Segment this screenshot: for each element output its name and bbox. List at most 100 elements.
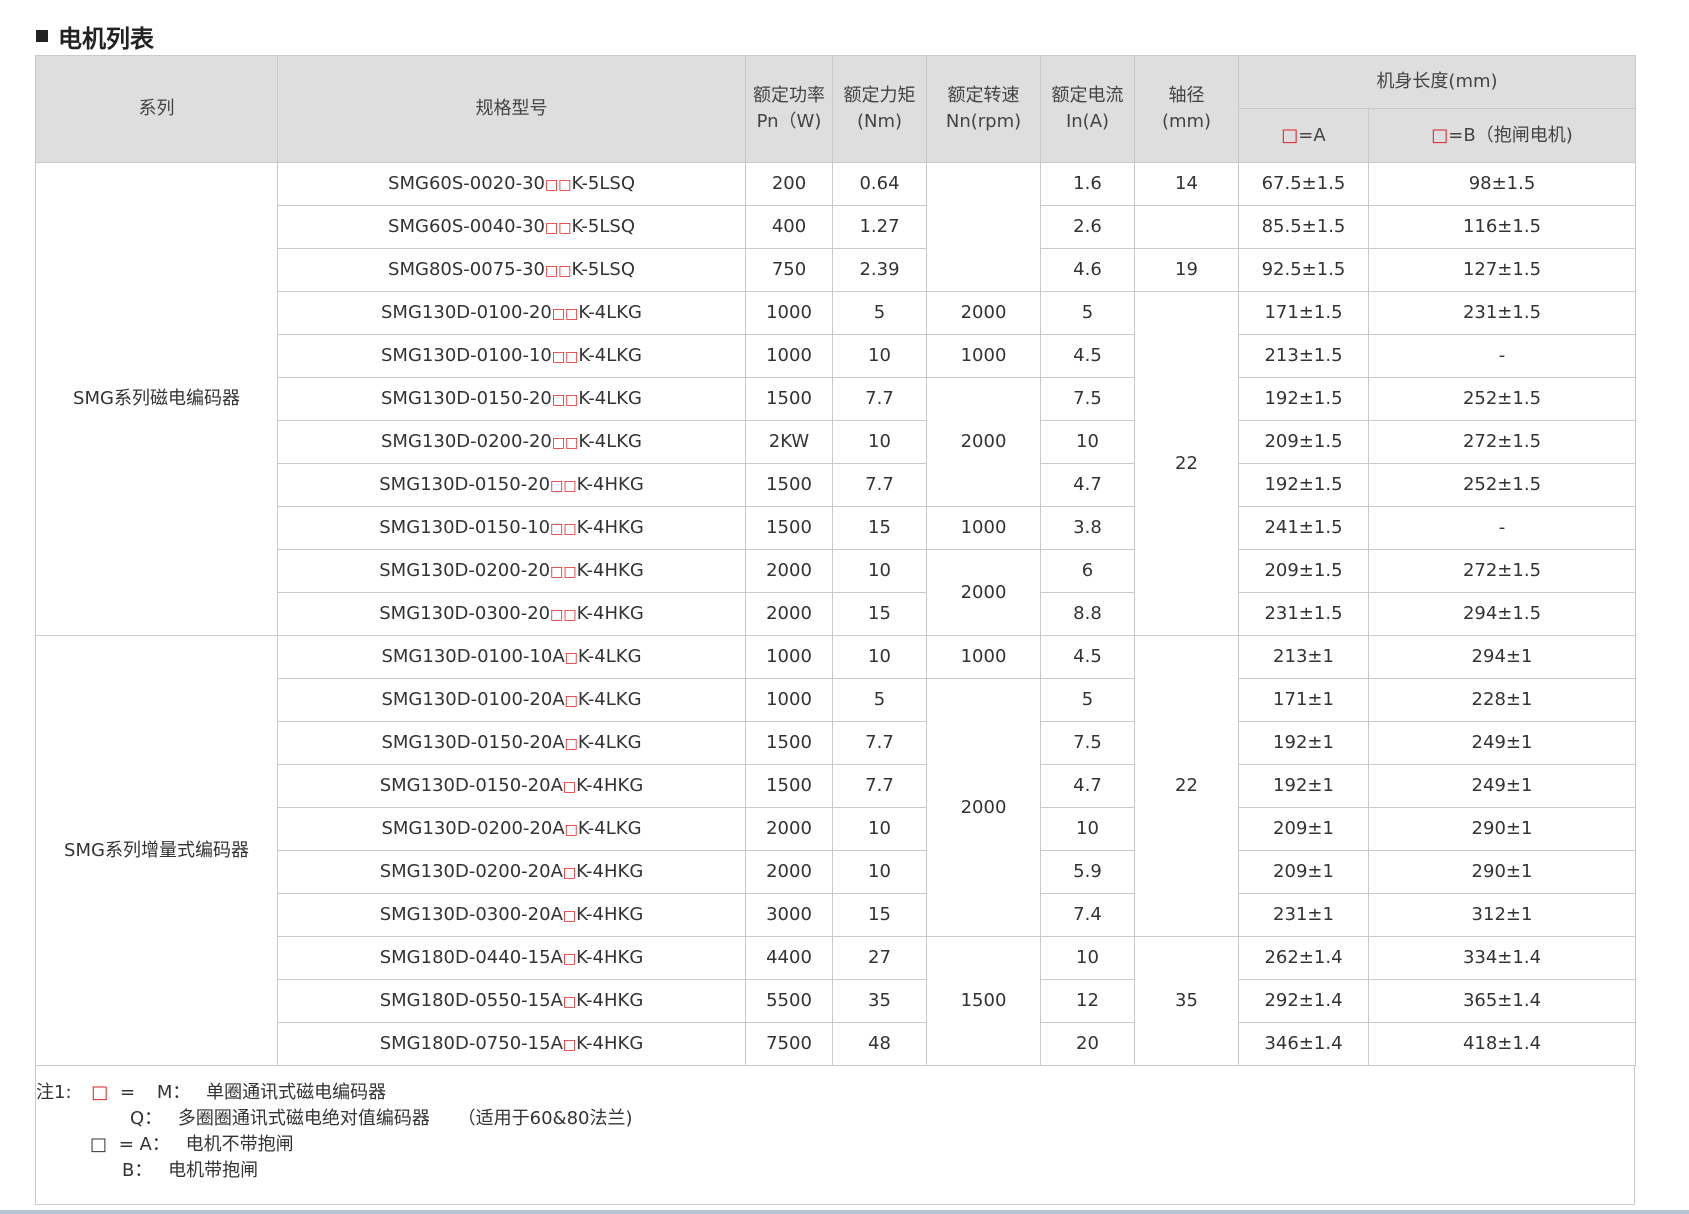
- cell-model: SMG130D-0200-20A□K-4LKG: [277, 807, 746, 851]
- cell-model: SMG180D-0440-15A□K-4HKG: [277, 936, 746, 980]
- cell-length-b: 116±1.5: [1368, 205, 1636, 249]
- cell-current: 3.8: [1040, 506, 1135, 550]
- cell-length-b: 272±1.5: [1368, 549, 1636, 593]
- cell-model: SMG130D-0150-20□□K-4HKG: [277, 463, 746, 507]
- header-shaft-line1: 轴径: [1168, 85, 1205, 106]
- cell-length-b: 249±1: [1368, 721, 1636, 765]
- cell-length-a: 171±1: [1238, 678, 1369, 722]
- cell-torque: 7.7: [832, 721, 927, 765]
- cell-speed: 1000: [926, 506, 1041, 550]
- cell-power: 1500: [745, 377, 833, 421]
- placeholder-square-icon: □: [558, 219, 572, 236]
- cell-length-a: 231±1: [1238, 893, 1369, 937]
- cell-torque: 35: [832, 979, 927, 1023]
- cell-length-a: 213±1: [1238, 635, 1369, 679]
- page-bottom-rule: [0, 1210, 1689, 1214]
- cell-length-b: 312±1: [1368, 893, 1636, 937]
- cell-shaft: [1134, 205, 1239, 249]
- placeholder-square-icon: □: [562, 778, 577, 795]
- cell-length-a: 192±1.5: [1238, 377, 1369, 421]
- cell-shaft: 22: [1134, 635, 1239, 937]
- header-model: 规格型号: [277, 55, 746, 163]
- header-length: 机身长度(mm): [1238, 55, 1636, 109]
- cell-length-b: 228±1: [1368, 678, 1636, 722]
- cell-torque: 1.27: [832, 205, 927, 249]
- cell-current: 4.7: [1040, 463, 1135, 507]
- cell-torque: 10: [832, 334, 927, 378]
- cell-length-b: -: [1368, 506, 1636, 550]
- cell-speed: 1500: [926, 936, 1041, 1066]
- cell-power: 1000: [745, 635, 833, 679]
- cell-model: SMG180D-0550-15A□K-4HKG: [277, 979, 746, 1023]
- placeholder-square-icon: □: [563, 606, 577, 623]
- cell-torque: 15: [832, 592, 927, 636]
- table-row: SMG系列增量式编码器 SMG130D-0100-10A□K-4LKG 1000…: [35, 635, 1636, 1066]
- cell-torque: 10: [832, 807, 927, 851]
- placeholder-square-icon: □: [565, 305, 579, 322]
- cell-length-b: 334±1.4: [1368, 936, 1636, 980]
- cell-model: SMG60S-0020-30□□K-5LSQ: [277, 162, 746, 206]
- cell-current: 8.8: [1040, 592, 1135, 636]
- cell-power: 3000: [745, 893, 833, 937]
- placeholder-square-icon: □: [565, 348, 579, 365]
- cell-length-a: 213±1.5: [1238, 334, 1369, 378]
- placeholder-square-icon: □: [551, 434, 566, 451]
- cell-length-a: 67.5±1.5: [1238, 162, 1369, 206]
- title-bullet-icon: [36, 30, 48, 42]
- cell-current: 5: [1040, 291, 1135, 335]
- header-shaft: 轴径 (mm): [1134, 55, 1239, 163]
- cell-current: 4.7: [1040, 764, 1135, 808]
- placeholder-square-icon: □: [550, 477, 564, 494]
- cell-power: 2000: [745, 592, 833, 636]
- cell-length-b: 290±1: [1368, 807, 1636, 851]
- placeholder-square-icon: □: [562, 864, 577, 881]
- cell-power: 1000: [745, 291, 833, 335]
- header-length-b: □=B（抱闸电机): [1368, 108, 1636, 163]
- cell-current: 5.9: [1040, 850, 1135, 894]
- cell-length-a: 192±1: [1238, 764, 1369, 808]
- cell-length-b: 418±1.4: [1368, 1022, 1636, 1066]
- cell-length-b: 127±1.5: [1368, 248, 1636, 292]
- cell-model: SMG130D-0150-10□□K-4HKG: [277, 506, 746, 550]
- table-row: SMG系列磁电编码器 SMG60S-0020-30□□K-5LSQ 200 0.…: [35, 162, 1636, 636]
- cell-shaft: 19: [1134, 248, 1239, 292]
- cell-length-b: 252±1.5: [1368, 463, 1636, 507]
- placeholder-square-icon: □: [545, 176, 559, 193]
- cell-length-a: 209±1: [1238, 807, 1369, 851]
- cell-current: 20: [1040, 1022, 1135, 1066]
- placeholder-square-icon: □: [551, 391, 566, 408]
- cell-current: 7.5: [1040, 377, 1135, 421]
- note-a-key: = A：: [118, 1134, 170, 1155]
- cell-length-b: -: [1368, 334, 1636, 378]
- group-cell-incremental: SMG系列增量式编码器: [35, 635, 278, 1066]
- cell-current: 4.5: [1040, 635, 1135, 679]
- cell-current: 5: [1040, 678, 1135, 722]
- cell-torque: 10: [832, 420, 927, 464]
- cell-speed: 2000: [926, 377, 1041, 507]
- header-speed: 额定转速 Nn(rpm): [926, 55, 1041, 163]
- cell-model: SMG130D-0150-20A□K-4LKG: [277, 721, 746, 765]
- cell-power: 1500: [745, 764, 833, 808]
- header-power-line1: 额定功率: [753, 85, 825, 106]
- cell-current: 12: [1040, 979, 1135, 1023]
- header-torque-line2: (Nm): [856, 111, 903, 132]
- cell-current: 1.6: [1040, 162, 1135, 206]
- table-body: SMG系列磁电编码器 SMG60S-0020-30□□K-5LSQ 200 0.…: [35, 162, 1636, 1066]
- cell-speed: 2000: [926, 678, 1041, 937]
- note-eq: =: [120, 1082, 136, 1103]
- cell-length-a: 262±1.4: [1238, 936, 1369, 980]
- header-power: 额定功率 Pn（W): [745, 55, 833, 163]
- cell-current: 10: [1040, 807, 1135, 851]
- cell-model: SMG130D-0100-10□□K-4LKG: [277, 334, 746, 378]
- cell-model: SMG130D-0300-20□□K-4HKG: [277, 592, 746, 636]
- cell-model: SMG60S-0040-30□□K-5LSQ: [277, 205, 746, 249]
- motor-table: 系列 规格型号 额定功率 Pn（W) 额定力矩 (Nm) 额定转速 Nn(rpm…: [35, 55, 1636, 1066]
- cell-current: 2.6: [1040, 205, 1135, 249]
- cell-length-a: 85.5±1.5: [1238, 205, 1369, 249]
- placeholder-square-icon: □: [564, 821, 578, 838]
- note-mark-plain: □: [90, 1134, 108, 1155]
- len-b-mark: □: [1431, 124, 1449, 146]
- cell-speed: 2000: [926, 549, 1041, 636]
- cell-model: SMG130D-0300-20A□K-4HKG: [277, 893, 746, 937]
- note-line-m: 注1: □ = M： 单圈通讯式磁电编码器: [36, 1080, 386, 1106]
